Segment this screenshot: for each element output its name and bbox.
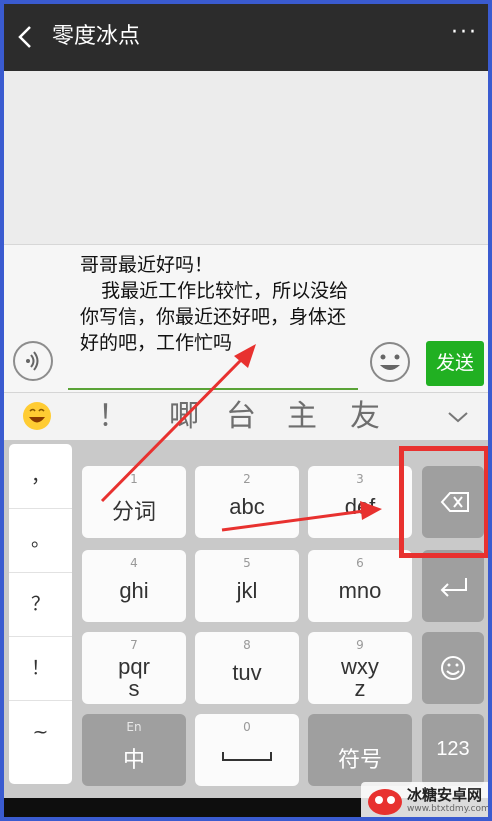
annotation-overlay [100, 344, 382, 532]
app-frame: 零度冰点 ··· 哥哥最近好吗！ 我最近工作比较忙，所以没给你写信，你最近还好吧… [4, 4, 488, 817]
watermark-url: www.btxtdmy.com [407, 804, 488, 814]
arrow-line [100, 357, 244, 503]
watermark-title: 冰糖安卓网 [407, 786, 483, 804]
highlight-box [399, 446, 488, 558]
arrow-head [360, 501, 382, 520]
arrow-line [221, 509, 365, 532]
watermark: 冰糖安卓网 www.btxtdmy.com [361, 782, 488, 817]
watermark-logo-icon [368, 789, 402, 815]
